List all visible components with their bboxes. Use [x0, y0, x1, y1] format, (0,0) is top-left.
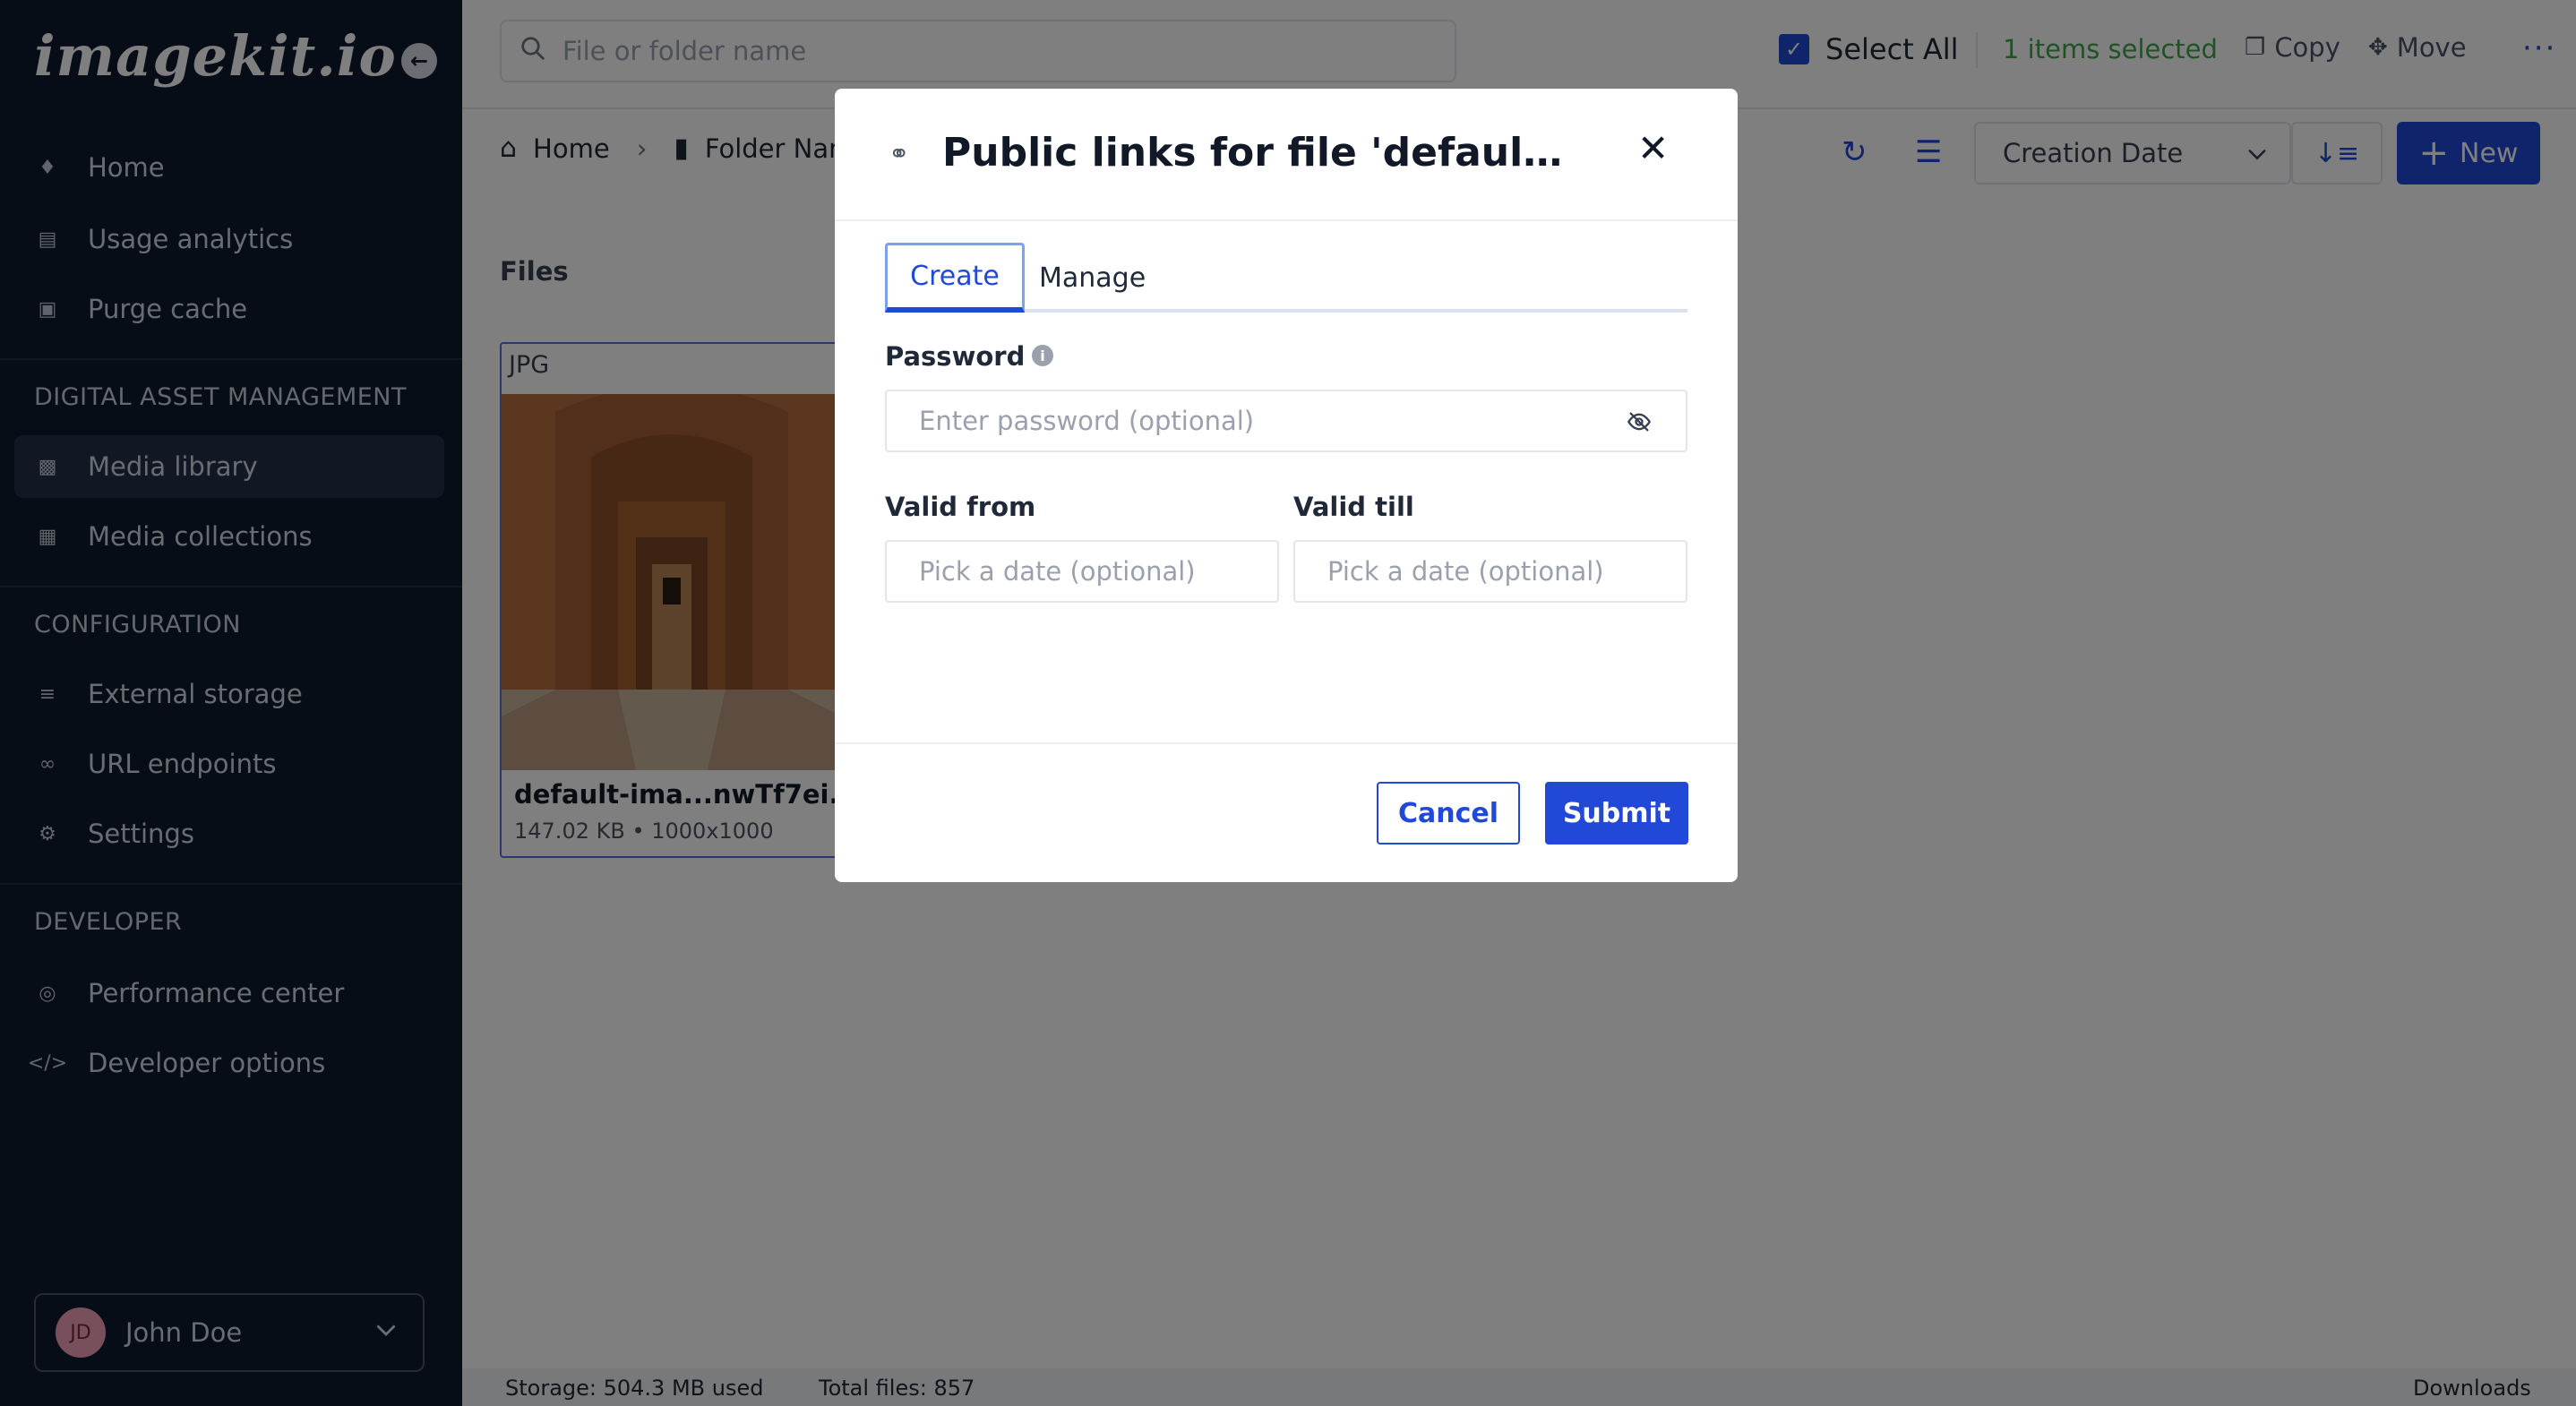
modal-tabs: Create Manage — [885, 243, 1687, 313]
info-icon[interactable]: i — [1032, 345, 1053, 366]
public-links-modal: ⚭ Public links for file 'default-ima... … — [835, 89, 1738, 882]
modal-header: ⚭ Public links for file 'default-ima... … — [835, 89, 1738, 221]
password-label: Password — [885, 341, 1026, 372]
valid-till-placeholder: Pick a date (optional) — [1327, 556, 1604, 587]
tab-create[interactable]: Create — [885, 243, 1025, 313]
submit-button[interactable]: Submit — [1545, 782, 1688, 844]
modal-title: Public links for file 'default-ima... — [942, 130, 1569, 176]
password-field[interactable]: Enter password (optional) — [885, 390, 1687, 452]
valid-from-label: Valid from — [885, 492, 1036, 522]
cancel-button[interactable]: Cancel — [1377, 782, 1520, 844]
valid-from-date-picker[interactable]: Pick a date (optional) — [885, 540, 1279, 603]
tab-manage[interactable]: Manage — [1039, 243, 1146, 313]
valid-till-label: Valid till — [1293, 492, 1414, 522]
link-icon: ⚭ — [889, 139, 910, 168]
eye-off-icon[interactable] — [1627, 409, 1652, 441]
valid-till-date-picker[interactable]: Pick a date (optional) — [1293, 540, 1687, 603]
valid-from-placeholder: Pick a date (optional) — [919, 556, 1196, 587]
close-icon[interactable]: ✕ — [1637, 126, 1669, 170]
divider — [835, 742, 1738, 744]
password-placeholder: Enter password (optional) — [919, 406, 1255, 436]
